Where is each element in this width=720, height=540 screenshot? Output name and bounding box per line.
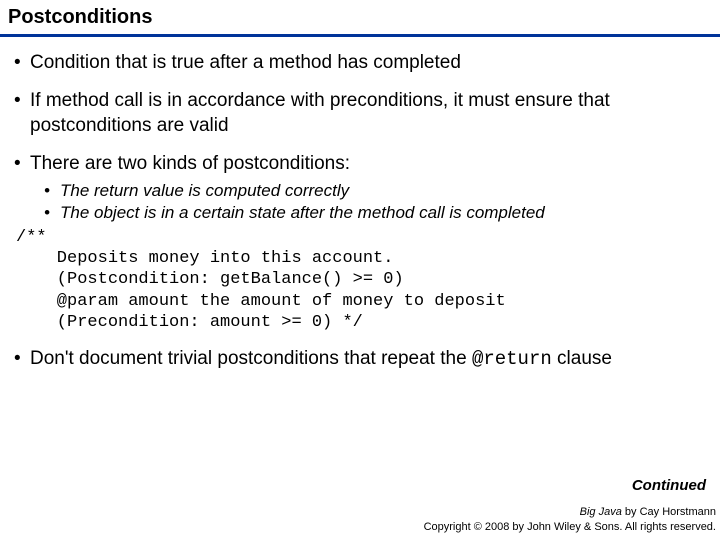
- bullet-text-post: clause: [552, 348, 612, 369]
- inline-code: @return: [472, 348, 552, 370]
- continued-label: Continued: [632, 477, 706, 494]
- bullet-text: There are two kinds of postconditions:: [30, 153, 350, 174]
- footer-copyright: Copyright © 2008 by John Wiley & Sons. A…: [424, 520, 716, 534]
- sub-bullet-item: The object is in a certain state after t…: [44, 202, 706, 223]
- bullet-item: Condition that is true after a method ha…: [14, 51, 706, 75]
- bullet-text-pre: Don't document trivial postconditions th…: [30, 348, 472, 369]
- bullet-item: If method call is in accordance with pre…: [14, 89, 706, 138]
- main-bullets: Condition that is true after a method ha…: [14, 51, 706, 371]
- footer: Big Java by Cay Horstmann Copyright © 20…: [424, 505, 716, 534]
- title-bar: Postconditions: [0, 0, 720, 37]
- code-block: /** Deposits money into this account. (P…: [16, 227, 706, 333]
- slide-title: Postconditions: [8, 6, 712, 29]
- sub-bullets: The return value is computed correctly T…: [44, 180, 706, 223]
- sub-bullet-item: The return value is computed correctly: [44, 180, 706, 201]
- footer-line1: Big Java by Cay Horstmann: [424, 505, 716, 519]
- book-title: Big Java: [580, 506, 622, 518]
- bullet-item: There are two kinds of postconditions: T…: [14, 152, 706, 333]
- bullet-item: Don't document trivial postconditions th…: [14, 347, 706, 371]
- author-byline: by Cay Horstmann: [622, 506, 716, 518]
- slide-content: Condition that is true after a method ha…: [0, 37, 720, 371]
